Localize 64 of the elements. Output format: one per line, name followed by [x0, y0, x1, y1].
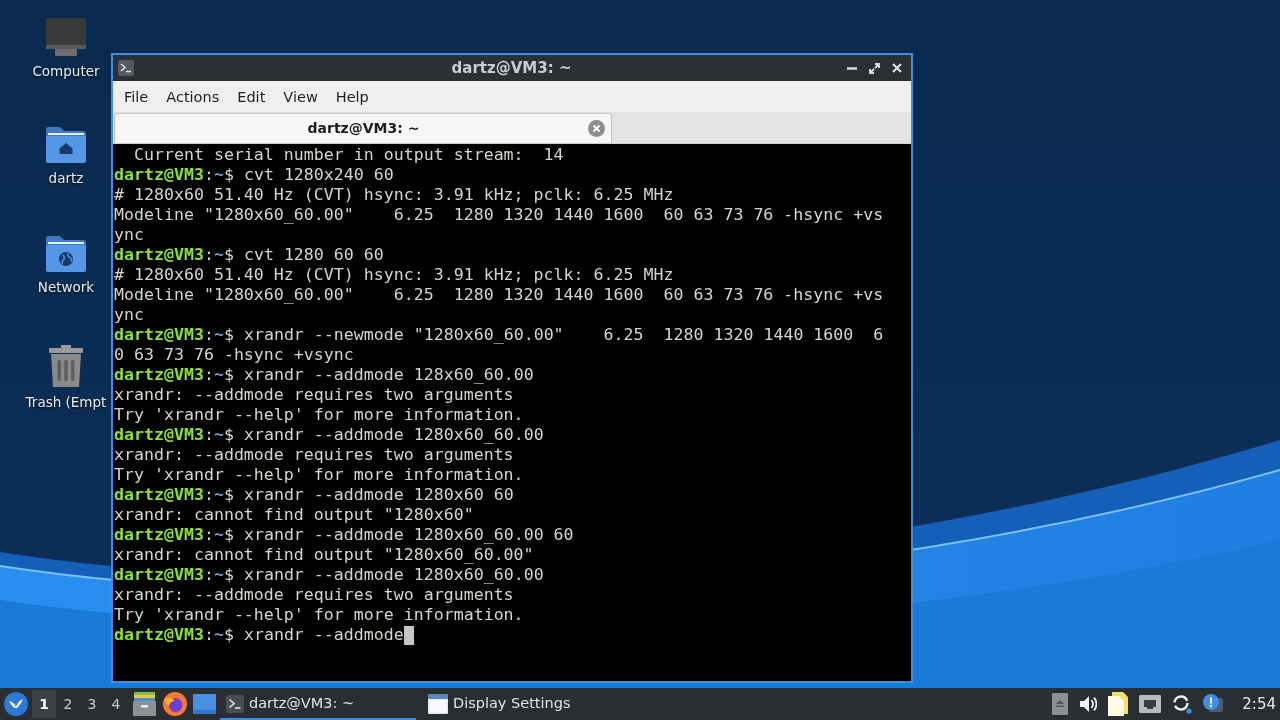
prompt-line: dartz@VM3:~$ cvt 1280x240 60	[114, 165, 394, 185]
notepad-icon[interactable]	[1108, 692, 1129, 716]
output-line: Modeline "1280x60_60.00" 6.25 1280 1320 1440 1600 60 63 73 76 -hsync +vs	[114, 205, 884, 225]
workspace-button[interactable]: 1	[32, 690, 56, 718]
output-line: Try 'xrandr --help' for more information.	[114, 605, 524, 625]
taskbar-window-button[interactable]: dartz@VM3: ~	[220, 688, 416, 720]
output-line: xrandr: cannot find output "1280x60_60.00"	[114, 545, 534, 565]
output-line: Try 'xrandr --help' for more information.	[114, 405, 524, 425]
window-title: dartz@VM3: ~	[451, 57, 572, 79]
notification-icon[interactable]	[1203, 694, 1224, 714]
trash-icon[interactable]	[48, 345, 84, 387]
output-line: # 1280x60 51.40 Hz (CVT) hsync: 3.91 kHz; pclk: 6.25 MHz	[114, 185, 674, 205]
prompt-line: dartz@VM3:~$ xrandr --addmode	[114, 625, 404, 645]
minimize-icon	[847, 66, 857, 70]
clock-time[interactable]: 2:54	[1242, 692, 1276, 716]
terminal-tab[interactable]: dartz@VM3: ~	[114, 113, 612, 143]
network-port-icon[interactable]	[1139, 695, 1162, 713]
output-line: Modeline "1280x60_60.00" 6.25 1280 1320 1440 1600 60 63 73 76 -hsync +vs	[114, 285, 884, 305]
output-line: xrandr: cannot find output "1280x60"	[114, 505, 474, 525]
close-tab-icon[interactable]	[588, 120, 605, 137]
app-menu-icon	[4, 692, 28, 716]
eject-icon[interactable]	[1052, 693, 1069, 715]
window-icon	[428, 694, 448, 714]
desktop-icon-label[interactable]: Computer	[32, 62, 100, 80]
prompt-line: dartz@VM3:~$ xrandr --addmode 128x60_60.00	[114, 365, 534, 385]
output-line: xrandr: --addmode requires two arguments	[114, 385, 514, 405]
prompt-line: dartz@VM3:~$ xrandr --addmode 1280x60 60	[114, 485, 514, 505]
taskbar-window-button[interactable]: Display Settings	[422, 688, 618, 720]
workspace-button[interactable]: 3	[80, 690, 104, 718]
workspace-button[interactable]: 2	[56, 690, 80, 718]
desktop-icon-label[interactable]: Network	[37, 278, 95, 296]
output-line: Try 'xrandr --help' for more information.	[114, 465, 524, 485]
desktop-icon-label[interactable]: dartz	[48, 169, 84, 187]
output-line: xrandr: --addmode requires two arguments	[114, 445, 514, 465]
prompt-line: dartz@VM3:~$ xrandr --addmode 1280x60_60.00	[114, 425, 544, 445]
home-folder-icon[interactable]	[46, 127, 86, 163]
output-line: ync	[114, 305, 144, 325]
terminal-icon	[226, 695, 244, 713]
output-line: Current serial number in output stream: 14	[132, 145, 564, 165]
browser-icon[interactable]	[163, 692, 187, 716]
output-line: 0 63 73 76 -hsync +vsync	[114, 345, 354, 365]
menu-item[interactable]: View	[274, 84, 327, 109]
output-line: ync	[114, 225, 144, 245]
menu-item[interactable]: File	[115, 84, 158, 109]
menu-item[interactable]: Help	[326, 84, 378, 109]
maximize-icon	[869, 62, 880, 74]
app-menu-button[interactable]	[4, 692, 28, 716]
menu-item[interactable]: Actions	[157, 84, 229, 109]
file-cabinet-icon[interactable]	[133, 692, 156, 716]
prompt-line: dartz@VM3:~$ xrandr --newmode "1280x60_60.00" 6.25 1280 1320 1440 1600 6	[114, 325, 884, 345]
prompt-line: dartz@VM3:~$ cvt 1280 60 60	[114, 245, 384, 265]
monitor-icon[interactable]	[46, 18, 86, 56]
desktop-icon-label[interactable]: Trash (Empt	[25, 393, 107, 411]
prompt-line: dartz@VM3:~$ xrandr --addmode 1280x60_60.00	[114, 565, 544, 585]
output-line: xrandr: --addmode requires two arguments	[114, 585, 514, 605]
volume-icon[interactable]	[1079, 695, 1098, 713]
terminal-icon	[118, 60, 134, 76]
prompt-line: dartz@VM3:~$ xrandr --addmode 1280x60_60.00 60	[114, 525, 574, 545]
refresh-icon[interactable]	[1172, 694, 1193, 714]
workspace-button[interactable]: 4	[104, 690, 128, 718]
menu-item[interactable]: Edit	[228, 84, 275, 109]
close-icon	[892, 63, 902, 73]
globe-folder-icon[interactable]	[46, 236, 86, 272]
output-line: # 1280x60 51.40 Hz (CVT) hsync: 3.91 kHz; pclk: 6.25 MHz	[114, 265, 674, 285]
